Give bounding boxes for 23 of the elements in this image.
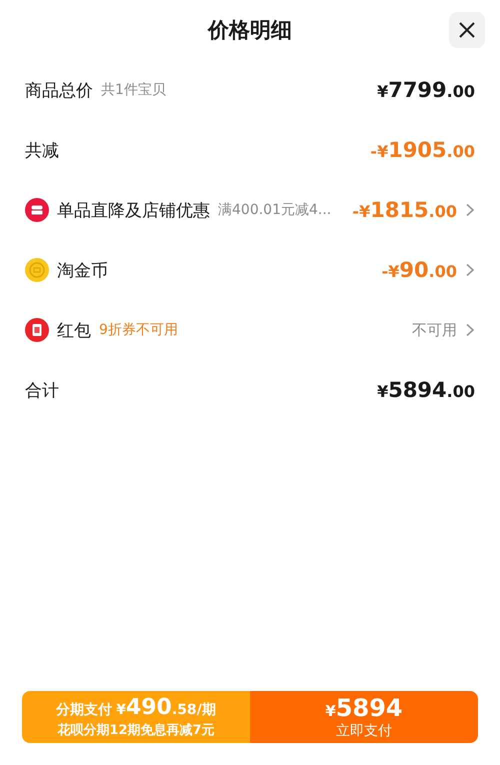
row-note: 9折券不可用 (99, 321, 178, 339)
sheet-title: 价格明细 (208, 17, 292, 44)
row-label: 商品总价 (25, 80, 93, 102)
amount-text: ¥5894.00 (377, 378, 475, 402)
row-note: 满400.01元减4... (218, 201, 332, 219)
row-label: 单品直降及店铺优惠 (57, 200, 210, 222)
row-label: 淘金币 (57, 260, 108, 282)
envelope-icon (25, 318, 49, 342)
row-note: 共1件宝贝 (101, 81, 166, 99)
amount-text: -¥1815.00 (352, 198, 457, 222)
close-icon (458, 21, 476, 39)
row-label: 红包 (57, 320, 91, 342)
amount-text: ¥7799.00 (377, 78, 475, 102)
shop-icon (25, 198, 49, 222)
status-text: 不可用 (412, 320, 457, 340)
amount-text: -¥1905.00 (370, 138, 475, 162)
row-label: 共减 (25, 140, 59, 162)
pay-now-button[interactable]: ¥5894 立即支付 (250, 691, 478, 743)
coin-icon (25, 258, 49, 282)
installment-button[interactable]: 分期支付 ¥490.58/期 花呗分期12期免息再减7元 (22, 691, 250, 743)
close-button[interactable] (449, 12, 485, 48)
row-label: 合计 (25, 380, 59, 402)
amount-text: -¥90.00 (382, 258, 457, 282)
